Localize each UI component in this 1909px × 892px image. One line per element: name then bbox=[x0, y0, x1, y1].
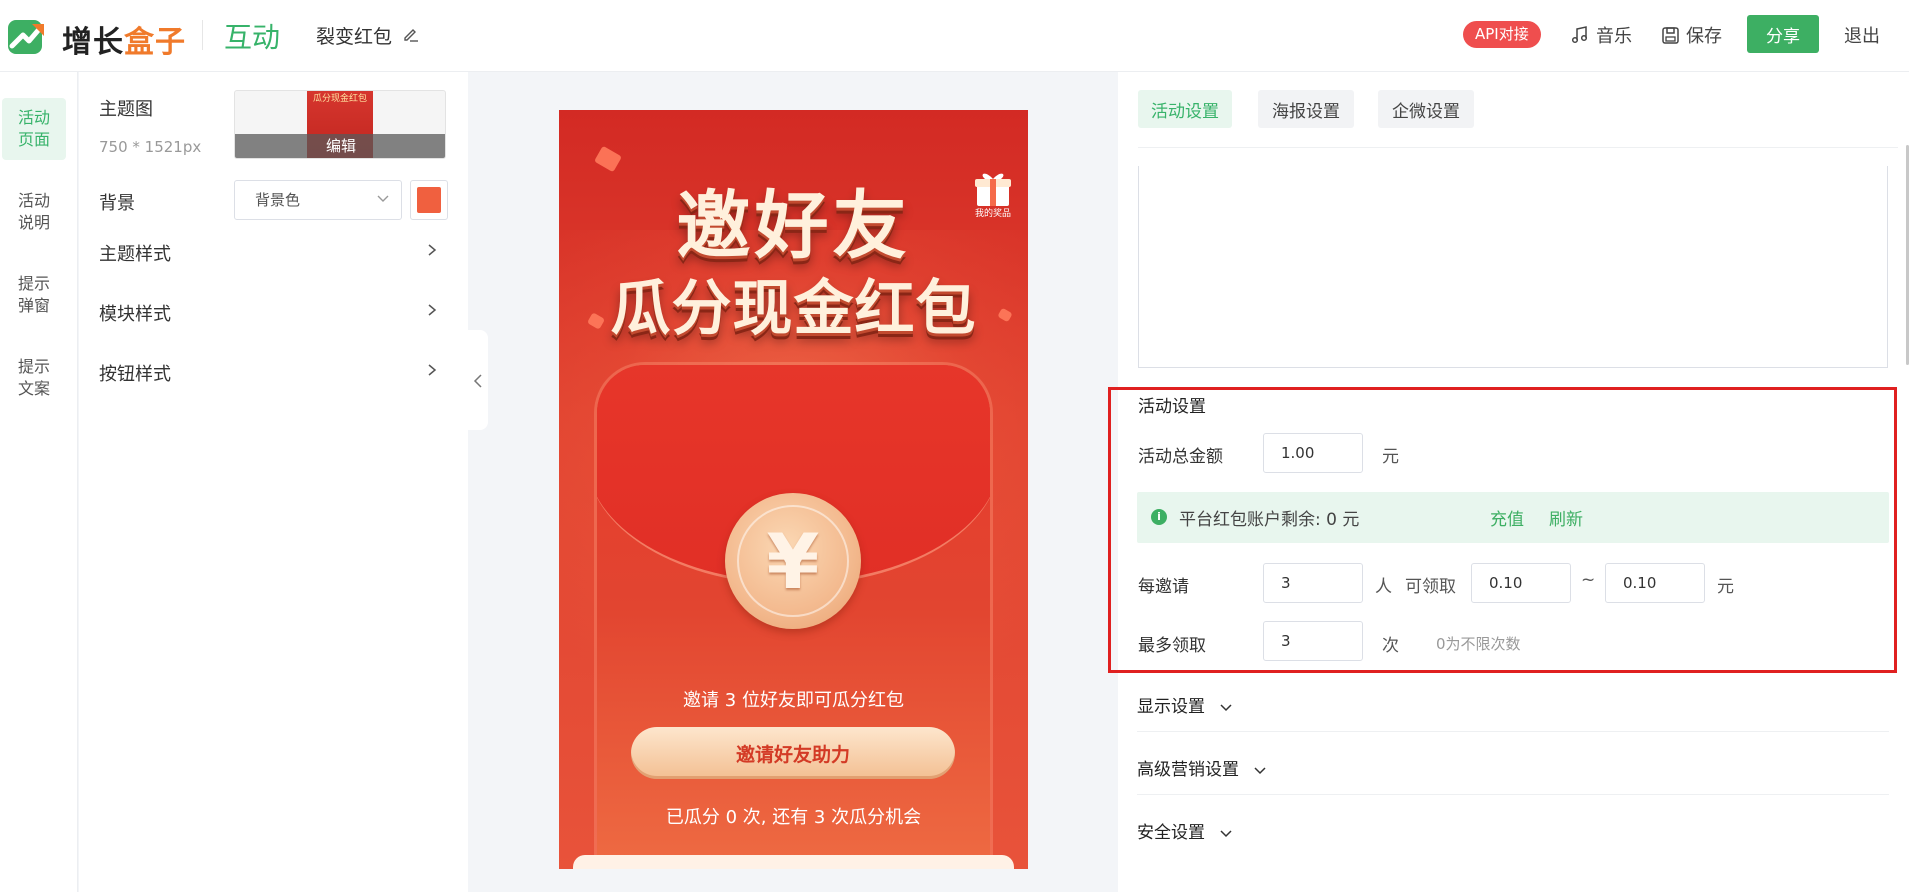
top-header: 增长盒子 互动 裂变红包 API对接 音乐 保存 分享 退出 bbox=[0, 0, 1909, 72]
nav-item-activity-page[interactable]: 活动 页面 bbox=[2, 98, 66, 160]
tab-poster-settings[interactable]: 海报设置 bbox=[1258, 90, 1354, 128]
growth-logo-icon bbox=[8, 20, 44, 54]
nav-item-prompt-copy[interactable]: 提示 文案 bbox=[2, 347, 66, 409]
coin-symbol: ¥ bbox=[737, 505, 849, 617]
headline-invite-friends: 邀好友 bbox=[676, 183, 911, 269]
nav-item-label: 活动 页面 bbox=[17, 108, 50, 149]
security-settings-label: 安全设置 bbox=[1137, 823, 1205, 843]
invite-friends-button[interactable]: 邀请好友助力 bbox=[631, 727, 955, 779]
rich-text-editor[interactable] bbox=[1138, 166, 1888, 368]
edit-name-icon[interactable] bbox=[402, 25, 420, 43]
edit-image-button[interactable]: 编辑 bbox=[235, 134, 445, 158]
save-label: 保存 bbox=[1686, 26, 1722, 47]
mobile-preview: 邀好友 瓜分现金红包 我的奖品 ¥ 邀请 3 位好友即可瓜分红包 邀请好友助力 … bbox=[559, 110, 1028, 869]
chevron-down-icon bbox=[1220, 829, 1232, 837]
share-button[interactable]: 分享 bbox=[1747, 15, 1819, 53]
thumb-title: 瓜分现金红包 bbox=[312, 94, 367, 104]
background-color-picker[interactable] bbox=[410, 180, 448, 220]
bottom-card bbox=[573, 855, 1014, 869]
module-style-row[interactable]: 模块样式 bbox=[99, 300, 171, 326]
chevron-right-icon[interactable] bbox=[426, 364, 438, 376]
chevron-down-icon bbox=[377, 195, 389, 202]
api-integration-badge[interactable]: API对接 bbox=[1463, 21, 1541, 48]
theme-image-label: 主题图 bbox=[99, 99, 153, 120]
advanced-marketing-settings-label: 高级营销设置 bbox=[1137, 760, 1239, 780]
nav-item-activity-description[interactable]: 活动 说明 bbox=[2, 181, 66, 243]
split-status-text: 已瓜分 0 次, 还有 3 次瓜分机会 bbox=[665, 807, 922, 828]
button-style-row[interactable]: 按钮样式 bbox=[99, 360, 171, 386]
my-prizes-button[interactable]: 我的奖品 bbox=[971, 170, 1015, 220]
background-label: 背景 bbox=[99, 193, 135, 214]
invite-requirement-text: 邀请 3 位好友即可瓜分红包 bbox=[683, 690, 904, 711]
music-label: 音乐 bbox=[1596, 26, 1632, 47]
chevron-down-icon bbox=[1254, 766, 1266, 774]
chevron-left-icon bbox=[473, 374, 482, 388]
background-select-value: 背景色 bbox=[255, 191, 301, 209]
music-button[interactable]: 音乐 bbox=[1570, 22, 1632, 48]
theme-style-row[interactable]: 主题样式 bbox=[99, 240, 171, 266]
security-settings-section[interactable]: 安全设置 bbox=[1137, 818, 1889, 858]
yuan-coin-icon: ¥ bbox=[725, 493, 861, 629]
chevron-right-icon[interactable] bbox=[426, 304, 438, 316]
headline-split-cash: 瓜分现金红包 bbox=[610, 274, 977, 344]
left-nav: 活动 页面 活动 说明 提示 弹窗 提示 文案 bbox=[0, 72, 78, 892]
gift-label: 我的奖品 bbox=[974, 209, 1011, 219]
advanced-marketing-settings-section[interactable]: 高级营销设置 bbox=[1137, 755, 1889, 795]
page-name: 裂变红包 bbox=[316, 26, 393, 48]
collapse-panel-toggle[interactable] bbox=[468, 330, 488, 430]
app-name: 互动 bbox=[224, 21, 281, 54]
tab-divider bbox=[1138, 147, 1898, 148]
theme-image-size: 750 * 1521px bbox=[99, 138, 202, 156]
color-swatch-fill bbox=[417, 187, 441, 213]
nav-item-prompt-popup[interactable]: 提示 弹窗 bbox=[2, 264, 66, 326]
chevron-down-icon bbox=[1220, 703, 1232, 711]
tab-wecom-settings[interactable]: 企微设置 bbox=[1378, 90, 1474, 128]
save-disk-icon bbox=[1662, 26, 1679, 44]
highlight-box bbox=[1108, 387, 1897, 673]
nav-item-label: 提示 弹窗 bbox=[17, 274, 50, 315]
tab-activity-settings[interactable]: 活动设置 bbox=[1138, 90, 1232, 128]
display-settings-section[interactable]: 显示设置 bbox=[1137, 692, 1889, 732]
exit-button[interactable]: 退出 bbox=[1844, 22, 1880, 48]
background-type-select[interactable]: 背景色 bbox=[234, 180, 402, 220]
display-settings-label: 显示设置 bbox=[1137, 697, 1205, 717]
music-note-icon bbox=[1571, 26, 1588, 44]
nav-item-label: 活动 说明 bbox=[17, 191, 50, 232]
save-button[interactable]: 保存 bbox=[1661, 22, 1722, 48]
theme-image-thumbnail[interactable]: 瓜分现金红包 编辑 bbox=[234, 90, 446, 159]
brand-divider bbox=[202, 20, 203, 50]
gift-icon bbox=[975, 173, 1011, 206]
brand-name: 增长盒子 bbox=[62, 25, 186, 60]
page-settings-panel: 主题图 750 * 1521px 瓜分现金红包 编辑 背景 背景色 主题样式 模… bbox=[79, 72, 468, 892]
nav-item-label: 提示 文案 bbox=[17, 357, 50, 398]
chevron-right-icon[interactable] bbox=[426, 244, 438, 256]
